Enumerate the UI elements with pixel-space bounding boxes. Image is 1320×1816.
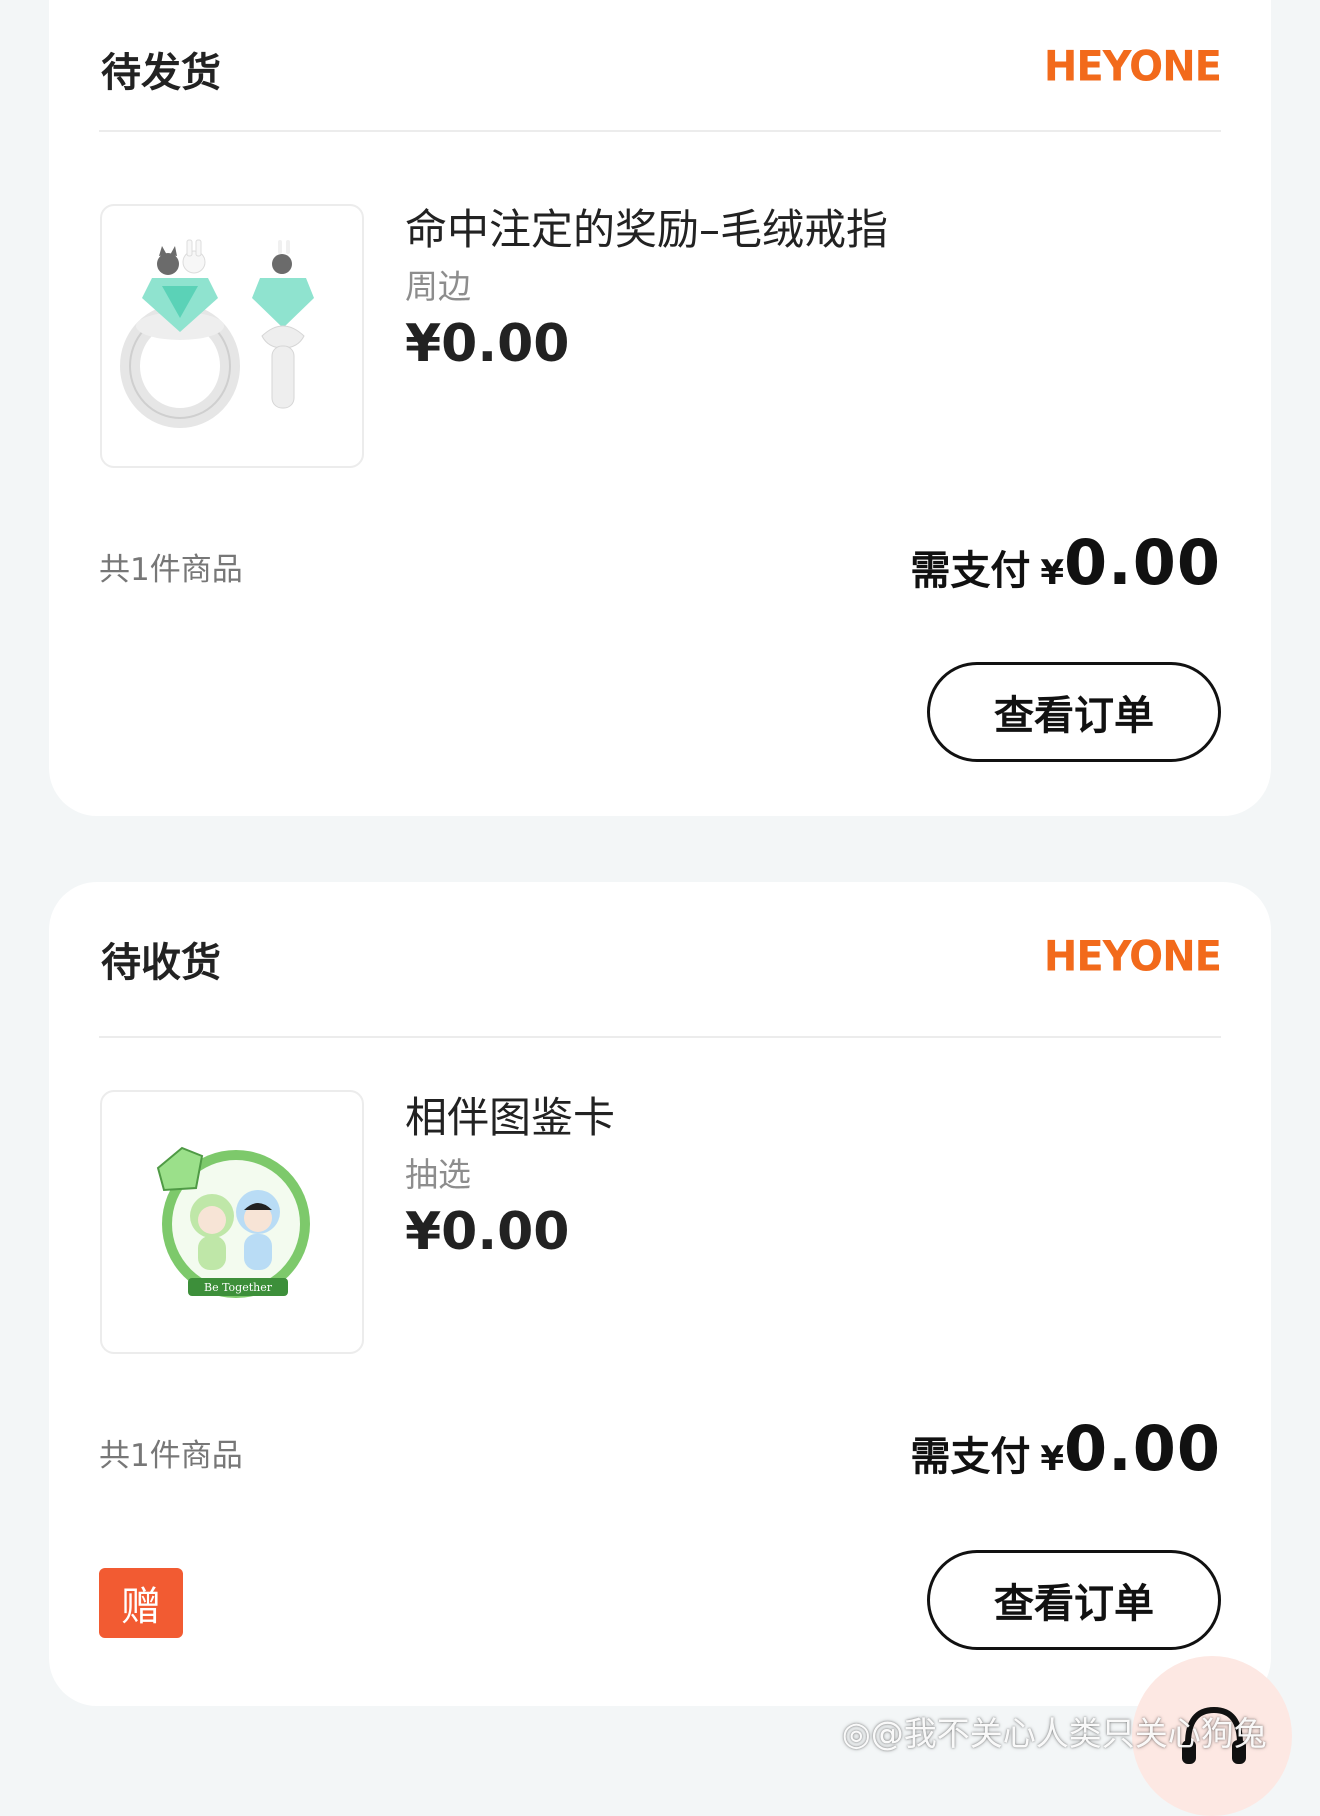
amount-due-currency: ¥ bbox=[1040, 553, 1065, 593]
amount-due-value: 0.00 bbox=[1064, 526, 1221, 599]
product-image[interactable]: Be Together bbox=[100, 1090, 364, 1354]
divider bbox=[99, 130, 1221, 132]
product-price: ¥0.00 bbox=[405, 314, 570, 374]
watermark: ◎@我不关心人类只关心狗兔 bbox=[842, 1707, 1267, 1755]
order-status: 待发货 bbox=[101, 50, 221, 96]
order-status: 待收货 bbox=[101, 940, 221, 986]
product-image[interactable] bbox=[100, 204, 364, 468]
divider bbox=[99, 1036, 1221, 1038]
brand-logo: HEYONE bbox=[1043, 932, 1222, 982]
product-price: ¥0.00 bbox=[405, 1202, 570, 1262]
order-card-pending-shipment: 待发货 HEYONE 命中注定的奖励–毛绒戒指 周边 ¥0.00 共1件商品 需… bbox=[49, 0, 1271, 816]
product-title[interactable]: 命中注定的奖励–毛绒戒指 bbox=[405, 196, 888, 257]
amount-due: 需支付 ¥0.00 bbox=[910, 526, 1221, 599]
view-order-button[interactable]: 查看订单 bbox=[927, 662, 1221, 762]
item-count: 共1件商品 bbox=[99, 1438, 243, 1474]
gift-badge: 赠 bbox=[99, 1568, 183, 1638]
brand-logo: HEYONE bbox=[1043, 42, 1222, 92]
amount-due-value: 0.00 bbox=[1064, 1412, 1221, 1485]
view-order-button[interactable]: 查看订单 bbox=[927, 1550, 1221, 1650]
product-category: 抽选 bbox=[405, 1155, 471, 1194]
watermark-text: @我不关心人类只关心狗兔 bbox=[870, 1714, 1267, 1753]
product-category: 周边 bbox=[405, 267, 471, 306]
order-card-pending-receipt: 待收货 HEYONE Be Together 相伴图鉴卡 抽选 ¥0.00 共1… bbox=[49, 882, 1271, 1706]
plush-ring-image bbox=[120, 239, 314, 428]
amount-due-label: 需支付 bbox=[910, 548, 1031, 594]
product-title[interactable]: 相伴图鉴卡 bbox=[405, 1084, 615, 1145]
amount-due-label: 需支付 bbox=[910, 1434, 1031, 1480]
amount-due: 需支付 ¥0.00 bbox=[910, 1412, 1221, 1485]
weibo-icon: ◎ bbox=[842, 1714, 871, 1753]
amount-due-currency: ¥ bbox=[1040, 1439, 1065, 1479]
sticker-card-image: Be Together bbox=[156, 1146, 310, 1298]
card-caption: Be Together bbox=[204, 1281, 273, 1294]
item-count: 共1件商品 bbox=[99, 552, 243, 588]
